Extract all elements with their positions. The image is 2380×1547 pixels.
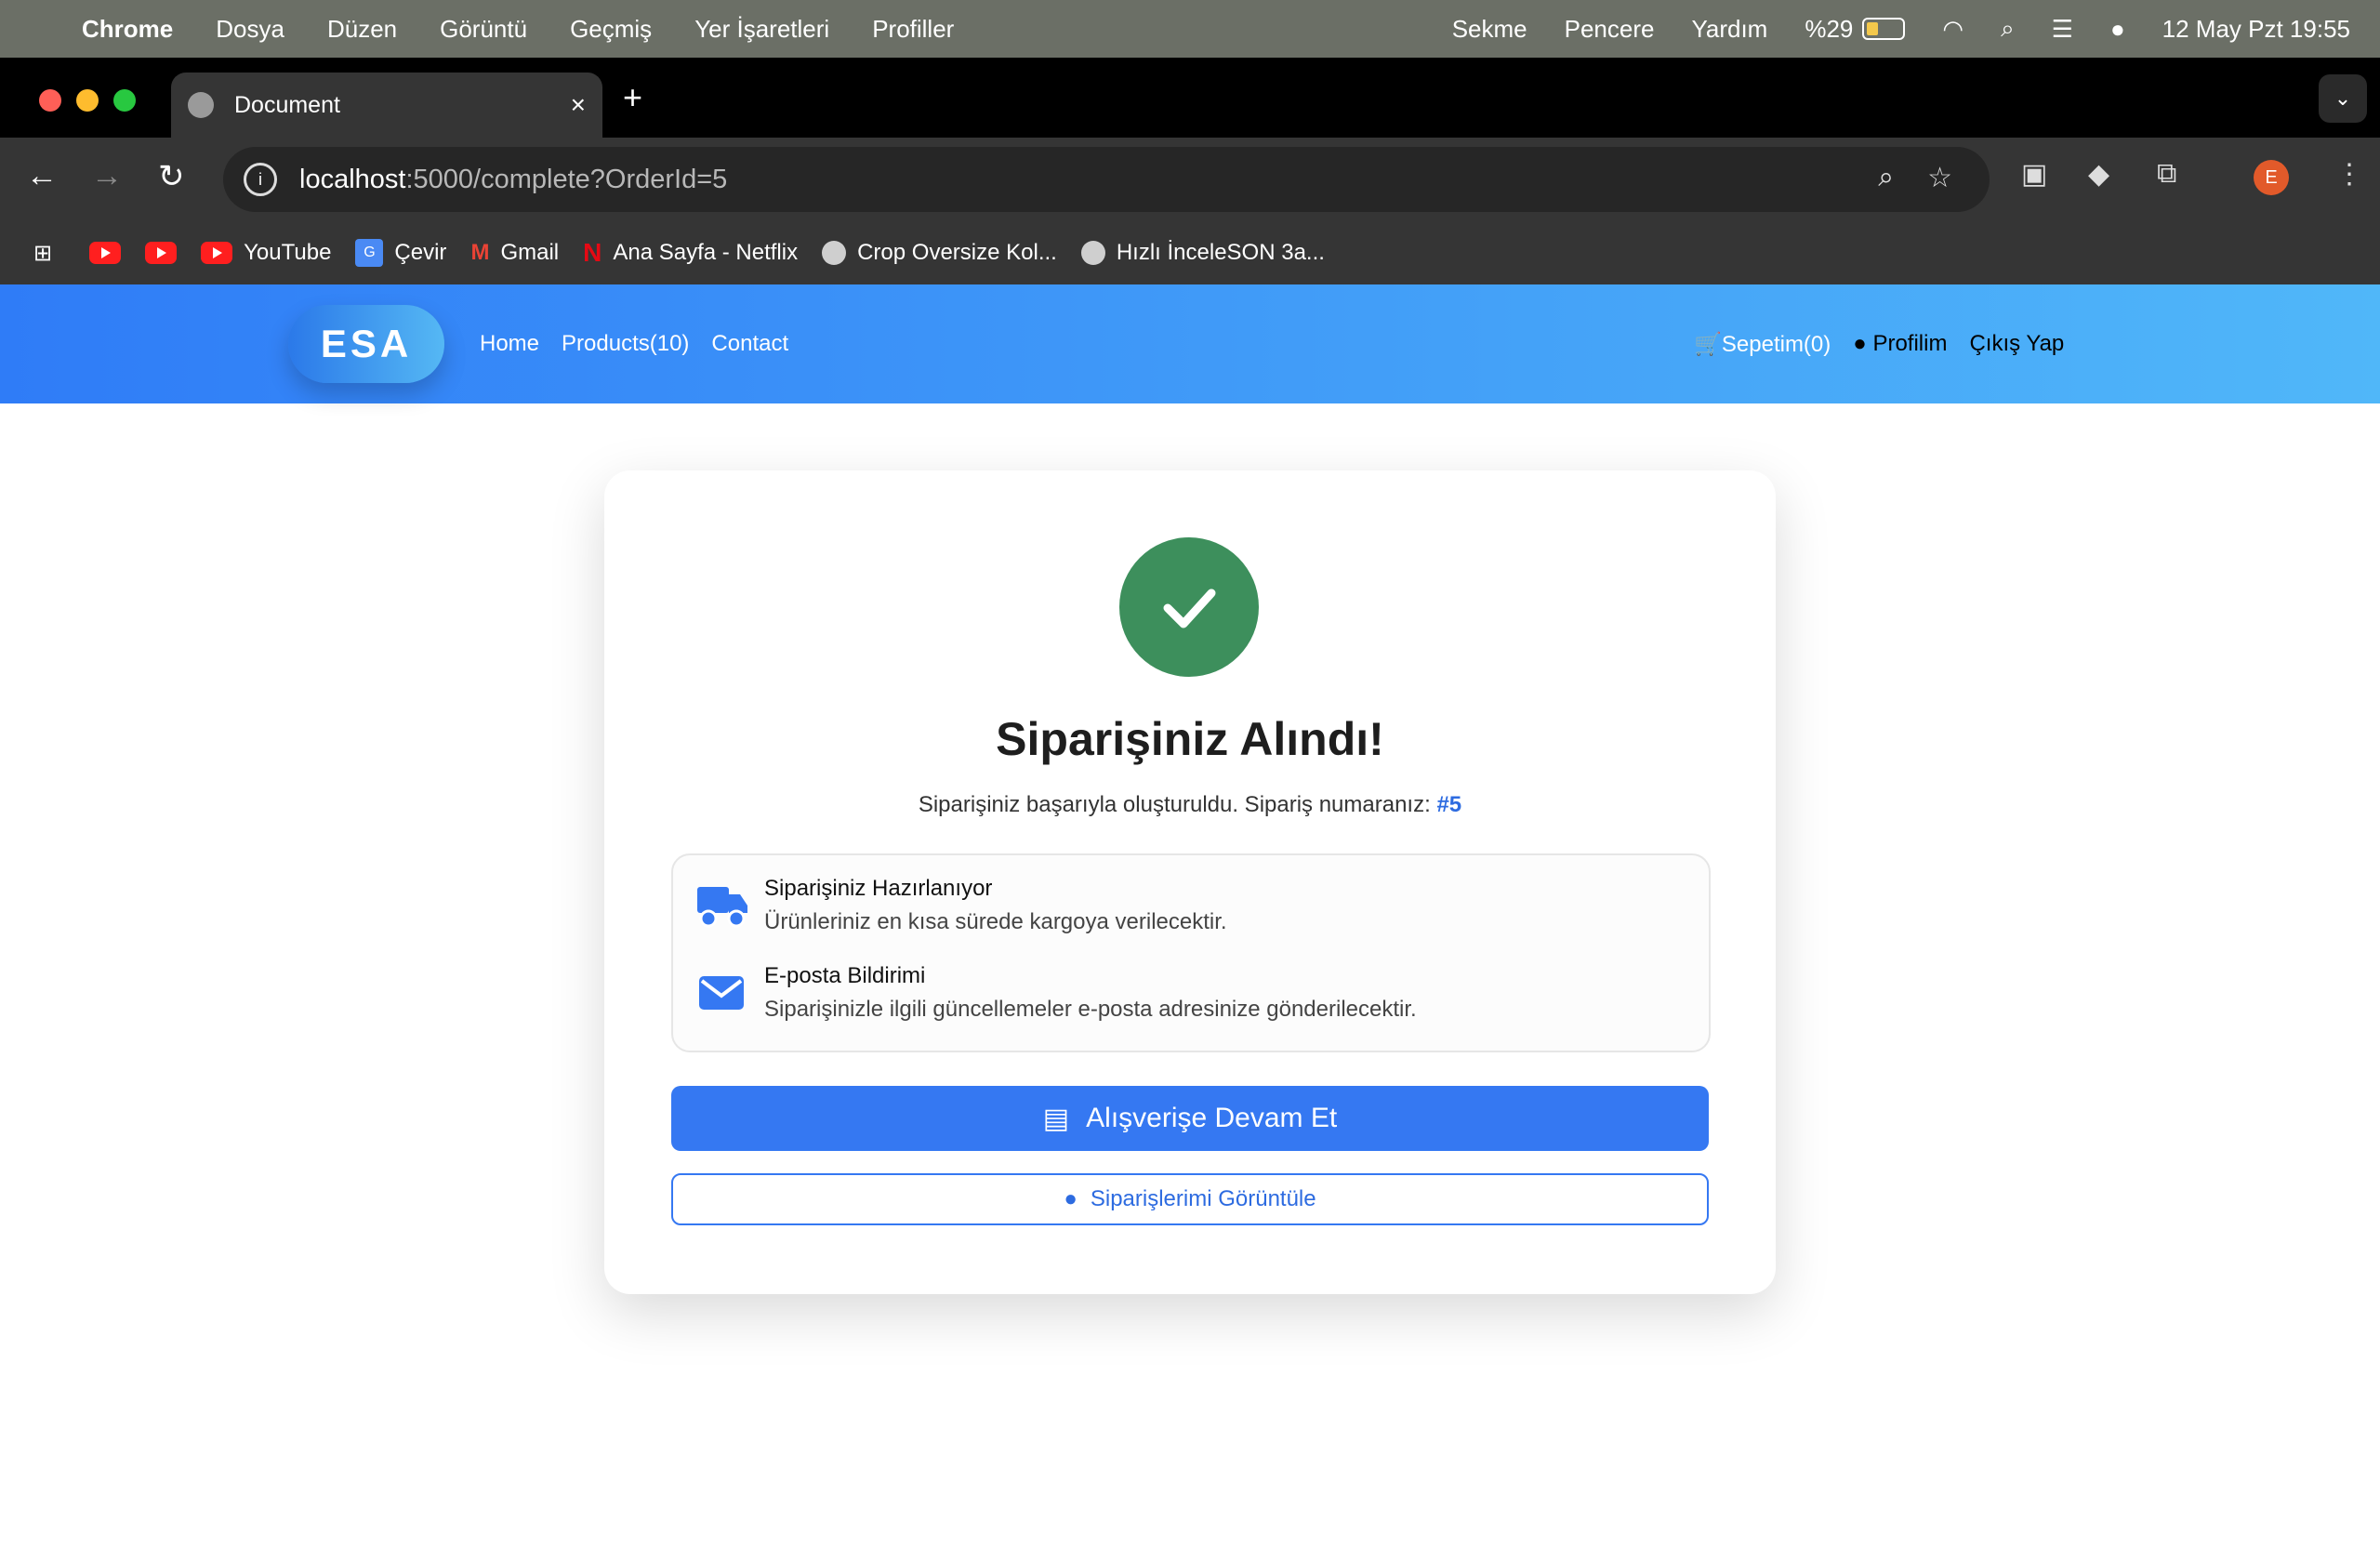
new-tab-button[interactable]: + <box>623 78 642 117</box>
bookmark-gmail[interactable]: M Gmail <box>470 240 559 266</box>
bookmark-youtube-2[interactable] <box>145 242 178 264</box>
store-icon: ▤ <box>1042 1103 1070 1134</box>
url-host: localhost <box>299 164 406 194</box>
translate-icon: G <box>355 239 384 267</box>
page-title: Siparişiniz Alındı! <box>996 713 1384 765</box>
tab-title: Document <box>234 91 340 118</box>
menu-item-duzen[interactable]: Düzen <box>327 15 397 44</box>
zoom-icon[interactable]: ⌕ <box>1878 162 1894 194</box>
info-email-text: Siparişinizle ilgili güncellemeler e-pos… <box>764 997 1417 1022</box>
site-info-icon[interactable]: i <box>244 163 277 196</box>
profile-avatar[interactable]: E <box>2254 160 2289 195</box>
site-navbar: ESA Home Products(10) Contact 🛒Sepetim(0… <box>0 284 2380 403</box>
bookmarks-bar: ⊞ YouTube G Çevir M Gmail N Ana Sayfa - Net… <box>0 221 2380 284</box>
tab-document[interactable]: Document × <box>171 73 602 138</box>
site-logo[interactable]: ESA <box>288 305 444 383</box>
order-number: #5 <box>1436 792 1462 817</box>
truck-icon <box>694 879 749 932</box>
browser-toolbar: ← → ↻ i localhost:5000/complete?OrderId=… <box>0 138 2380 221</box>
user-circle-icon: ● <box>1853 331 1867 356</box>
media-icon[interactable]: ▣ <box>2021 158 2047 191</box>
close-window-button[interactable] <box>39 89 61 112</box>
youtube-icon <box>145 242 178 264</box>
logout-link[interactable]: Çıkış Yap <box>1969 331 2064 358</box>
tab-search-button[interactable]: ⌄ <box>2319 74 2367 123</box>
envelope-icon <box>694 967 749 1019</box>
user-icon: ● <box>1064 1186 1078 1211</box>
profile-link[interactable]: ● Profilim <box>1853 331 1947 358</box>
nav-home[interactable]: Home <box>480 331 539 357</box>
forward-button[interactable]: → <box>91 158 123 194</box>
menu-item-dosya[interactable]: Dosya <box>216 15 284 44</box>
youtube-icon <box>201 242 233 264</box>
minimize-window-button[interactable] <box>76 89 99 112</box>
menu-item-sekme[interactable]: Sekme <box>1452 15 1527 44</box>
bookmark-star-icon[interactable]: ☆ <box>1927 162 1952 194</box>
bookmark-crop-oversize[interactable]: Crop Oversize Kol... <box>822 240 1057 266</box>
siri-icon[interactable]: ● <box>2110 15 2125 44</box>
order-info-box: Siparişiniz Hazırlanıyor Ürünleriniz en … <box>671 853 1711 1052</box>
bookmark-hizli-incele[interactable]: Hızlı İnceleSON 3a... <box>1080 240 1325 266</box>
globe-icon <box>822 241 847 265</box>
gmail-icon: M <box>470 240 490 265</box>
back-button[interactable]: ← <box>26 158 58 194</box>
info-preparing: Siparişiniz Hazırlanıyor Ürünleriniz en … <box>694 876 1227 935</box>
youtube-icon <box>89 242 122 264</box>
apps-grid-icon[interactable]: ⊞ <box>33 240 52 267</box>
battery-status[interactable]: %29 <box>1805 14 1906 44</box>
battery-icon <box>1862 18 1906 40</box>
address-bar[interactable]: i localhost:5000/complete?OrderId=5 ⌕ ☆ <box>223 147 1990 212</box>
menu-item-gecmis[interactable]: Geçmiş <box>570 15 652 44</box>
nav-contact[interactable]: Contact <box>711 331 788 357</box>
globe-icon <box>1080 241 1105 265</box>
menu-item-profiller[interactable]: Profiller <box>872 15 954 44</box>
info-preparing-title: Siparişiniz Hazırlanıyor <box>764 876 993 901</box>
menubar-datetime[interactable]: 12 May Pzt 19:55 <box>2162 15 2350 44</box>
order-complete-card: Siparişiniz Alındı! Siparişiniz başarıyl… <box>604 470 1776 1294</box>
mac-menubar: Chrome Dosya Düzen Görüntü Geçmiş Yer İş… <box>0 0 2380 58</box>
menu-icon[interactable]: ⋮ <box>2335 158 2363 191</box>
view-orders-button[interactable]: ● Siparişlerimi Görüntüle <box>671 1173 1709 1225</box>
wifi-icon[interactable]: ◠ <box>1942 15 1964 44</box>
cart-icon: 🛒 <box>1694 332 1722 357</box>
info-preparing-text: Ürünleriniz en kısa sürede kargoya veril… <box>764 909 1227 934</box>
search-icon[interactable]: ⌕ <box>2001 14 2015 44</box>
nav-products[interactable]: Products(10) <box>562 331 689 357</box>
bookmark-youtube[interactable]: YouTube <box>201 240 331 266</box>
extension-fox-icon[interactable]: ◆ <box>2088 158 2109 191</box>
menu-item-yardim[interactable]: Yardım <box>1691 15 1767 44</box>
bookmark-netflix[interactable]: N Ana Sayfa - Netflix <box>583 238 798 268</box>
url-path: :5000/complete?OrderId=5 <box>405 164 728 194</box>
menubar-app-name[interactable]: Chrome <box>82 15 173 44</box>
globe-icon <box>188 92 214 118</box>
reload-button[interactable]: ↻ <box>158 158 185 195</box>
cart-link[interactable]: 🛒Sepetim(0) <box>1694 331 1831 358</box>
info-email-title: E-posta Bildirimi <box>764 963 926 988</box>
battery-percent: %29 <box>1805 14 1854 43</box>
close-tab-icon[interactable]: × <box>571 90 586 120</box>
control-center-icon[interactable]: ☰ <box>2052 15 2073 44</box>
continue-shopping-button[interactable]: ▤ Alışverişe Devam Et <box>671 1086 1709 1151</box>
order-summary-text: Siparişiniz başarıyla oluşturuldu. Sipar… <box>918 792 1462 817</box>
success-check-icon <box>1119 537 1259 677</box>
bookmark-cevir[interactable]: G Çevir <box>355 239 446 267</box>
netflix-icon: N <box>583 238 602 267</box>
zoom-window-button[interactable] <box>113 89 136 112</box>
bookmark-youtube-1[interactable] <box>89 242 122 264</box>
menu-item-yer-isaretleri[interactable]: Yer İşaretleri <box>694 15 829 44</box>
menu-item-pencere[interactable]: Pencere <box>1565 15 1655 44</box>
browser-tabstrip: Document × + ⌄ <box>0 58 2380 138</box>
info-email: E-posta Bildirimi Siparişinizle ilgili g… <box>694 963 1417 1023</box>
extensions-icon[interactable]: ⧉ <box>2157 158 2176 190</box>
menu-item-goruntu[interactable]: Görüntü <box>440 15 527 44</box>
